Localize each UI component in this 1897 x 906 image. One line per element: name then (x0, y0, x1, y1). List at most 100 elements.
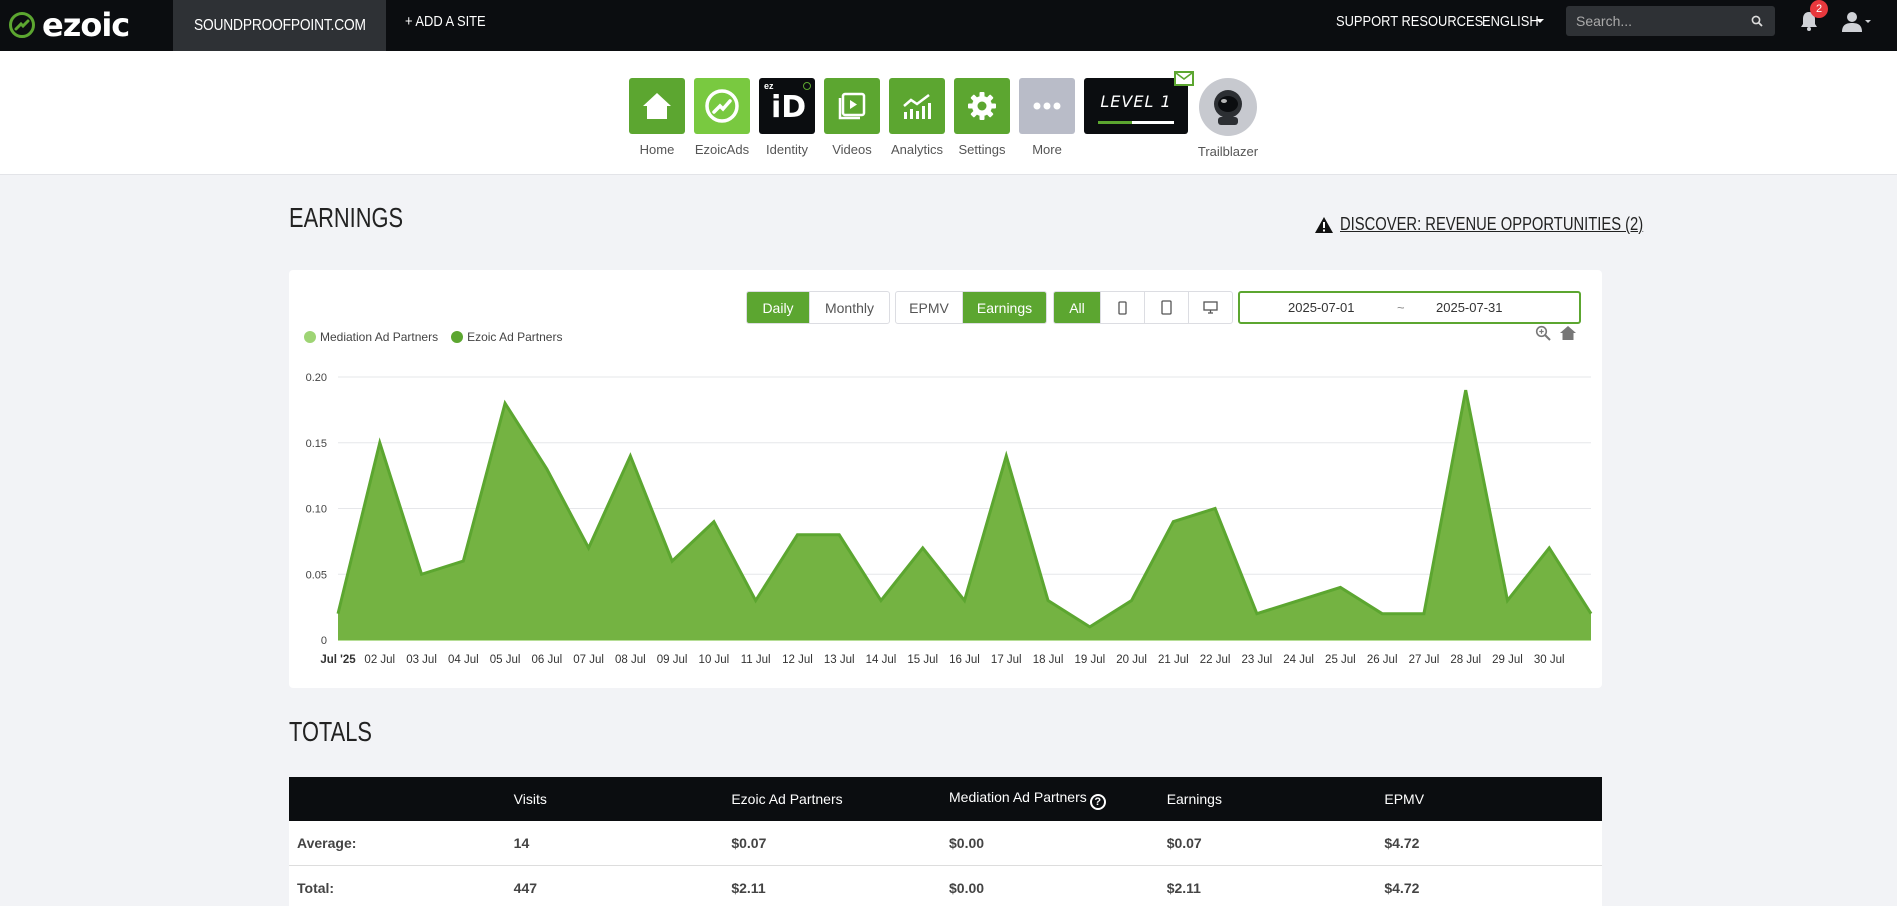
app-identity[interactable]: ez iD Identity (759, 78, 815, 157)
warning-icon (1315, 216, 1333, 233)
x-tick-label: 28 Jul (1450, 654, 1481, 666)
earnings-chart-card: Daily Monthly EPMV Earnings All 2025-07-… (289, 270, 1602, 688)
totals-header-row: Visits Ezoic Ad Partners Mediation Ad Pa… (289, 777, 1602, 821)
header-mediation-ad-partners[interactable]: Mediation Ad Partners? (949, 789, 1167, 810)
site-selector[interactable]: SOUNDPROOFPOINT.COM (173, 0, 386, 51)
app-more[interactable]: More (1019, 78, 1075, 157)
ezoicads-tile (694, 78, 750, 134)
more-tile (1019, 78, 1075, 134)
chevron-down-icon (1536, 19, 1544, 23)
cell-visits: 14 (513, 835, 530, 851)
top-bar: ezoic SOUNDPROOFPOINT.COM + ADD A SITE S… (0, 0, 1897, 51)
identity-dot-icon (803, 82, 811, 90)
totals-table: Visits Ezoic Ad Partners Mediation Ad Pa… (289, 777, 1602, 906)
x-tick-label: 12 Jul (782, 654, 813, 666)
ezoic-logo[interactable]: ezoic (8, 6, 130, 44)
x-tick-label: 11 Jul (741, 654, 771, 666)
header-ezoic-ad-partners[interactable]: Ezoic Ad Partners (731, 791, 949, 807)
x-tick-label: 09 Jul (657, 654, 688, 666)
gear-icon (968, 92, 996, 120)
cell-earnings: $0.07 (1166, 835, 1202, 851)
trailblazer-avatar (1199, 78, 1257, 136)
trailblazer-label: Trailblazer (1197, 144, 1259, 159)
user-avatar-icon[interactable] (1842, 11, 1872, 33)
help-icon[interactable]: ? (1089, 793, 1106, 810)
identity-id-text: iD (771, 90, 807, 125)
discover-revenue-link[interactable]: DISCOVER: REVENUE OPPORTUNITIES (2) (1314, 214, 1710, 235)
cell-ezoic: $2.11 (731, 880, 766, 896)
videos-tile (824, 78, 880, 134)
add-site-link[interactable]: + ADD A SITE (405, 0, 499, 42)
x-tick-label: 18 Jul (1033, 654, 1064, 666)
x-tick-label: 16 Jul (949, 654, 980, 666)
envelope-icon[interactable] (1174, 71, 1194, 86)
x-tick-label: 02 Jul (364, 654, 395, 666)
header-earnings[interactable]: Earnings (1167, 791, 1385, 807)
app-settings[interactable]: Settings (954, 78, 1010, 157)
discover-label: DISCOVER: REVENUE OPPORTUNITIES (2) (1340, 214, 1644, 234)
x-tick-label: 03 Jul (406, 654, 437, 666)
cell-mediation: $0.00 (949, 835, 985, 851)
y-tick-label: 0.20 (306, 372, 327, 384)
header-mediation-label: Mediation Ad Partners (949, 788, 1087, 805)
cell-earnings: $2.11 (1166, 880, 1201, 896)
logo-text: ezoic (42, 6, 130, 44)
search-box (1566, 6, 1775, 36)
header-epmv[interactable]: EPMV (1384, 791, 1602, 807)
home-tile (629, 78, 685, 134)
site-name: SOUNDPROOFPOINT.COM (193, 16, 366, 34)
table-row: Total: 447 $2.11 $0.00 $2.11 $4.72 (289, 866, 1602, 906)
search-input[interactable] (1576, 13, 1736, 29)
app-ezoicads[interactable]: EzoicAds (694, 78, 750, 157)
videos-icon (838, 92, 866, 120)
cell-visits: 447 (513, 880, 538, 896)
trailblazer-badge[interactable]: Trailblazer (1198, 78, 1258, 159)
identity-tile: ez iD (759, 78, 815, 134)
app-more-label: More (1032, 142, 1062, 157)
y-tick-label: 0.15 (306, 438, 327, 450)
settings-tile (954, 78, 1010, 134)
x-tick-label: 30 Jul (1534, 654, 1565, 666)
x-tick-label: 21 Jul (1158, 654, 1189, 666)
home-icon (643, 93, 671, 119)
analytics-icon (903, 94, 931, 119)
x-tick-label: 07 Jul (573, 654, 604, 666)
earnings-title: EARNINGS (289, 202, 435, 234)
level-progress-fill (1098, 121, 1133, 124)
level-badge[interactable]: LEVEL 1 (1084, 78, 1188, 134)
y-tick-label: 0.10 (306, 504, 327, 516)
support-label: SUPPORT RESOURCES (1336, 12, 1484, 30)
row-label: Average: (297, 835, 357, 851)
table-row: Average: 14 $0.07 $0.00 $0.07 $4.72 (289, 821, 1602, 866)
cell-mediation: $0.00 (949, 880, 985, 896)
level-progress-bar (1098, 121, 1174, 124)
cell-ezoic: $0.07 (731, 835, 767, 851)
x-tick-label: 04 Jul (448, 654, 479, 666)
totals-title: TOTALS (289, 716, 395, 748)
app-videos[interactable]: Videos (824, 78, 880, 157)
notification-count-badge: 2 (1810, 0, 1828, 18)
x-tick-label: 23 Jul (1242, 654, 1273, 666)
app-home[interactable]: Home (629, 78, 685, 157)
search-icon[interactable] (1751, 15, 1763, 27)
x-tick-label: 10 Jul (699, 654, 730, 666)
x-tick-label: 27 Jul (1409, 654, 1440, 666)
x-tick-label: 06 Jul (531, 654, 562, 666)
x-tick-label: Jul '25 (320, 654, 356, 666)
language-dropdown[interactable]: ENGLISH (1482, 0, 1548, 42)
x-tick-label: 13 Jul (824, 654, 855, 666)
x-tick-label: 22 Jul (1200, 654, 1231, 666)
analytics-tile (889, 78, 945, 134)
more-icon (1033, 102, 1061, 110)
header-visits[interactable]: Visits (514, 791, 732, 807)
astronaut-icon (1214, 90, 1242, 125)
app-analytics[interactable]: Analytics (889, 78, 945, 157)
y-tick-label: 0.05 (306, 569, 327, 581)
y-tick-label: 0 (321, 635, 327, 647)
level-label: LEVEL 1 (1100, 92, 1172, 111)
x-tick-label: 17 Jul (991, 654, 1022, 666)
x-tick-label: 08 Jul (615, 654, 646, 666)
totals-title-text: TOTALS (289, 716, 372, 747)
x-tick-label: 29 Jul (1492, 654, 1523, 666)
app-navigation: Home EzoicAds ez iD Identity Videos Anal… (0, 51, 1897, 175)
